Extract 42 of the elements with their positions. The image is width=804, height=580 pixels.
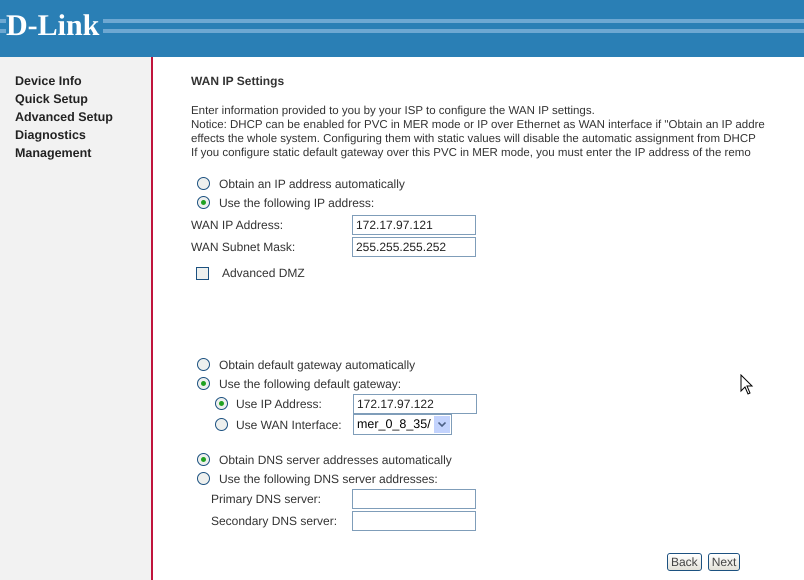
input-field[interactable]: 172.17.97.121 <box>352 215 476 235</box>
mouse-pointer-icon <box>740 374 754 396</box>
notice-text: effects the whole system. Configuring them with static values will disable the automatic assignment from DHCP <box>191 132 756 146</box>
form-button[interactable]: Back <box>667 553 702 571</box>
radio-button[interactable] <box>197 196 210 209</box>
option-label: Use IP Address: <box>236 396 322 412</box>
sidebar-link[interactable]: Diagnostics <box>15 126 86 144</box>
sidebar-link[interactable]: Advanced Setup <box>15 108 113 126</box>
input-field[interactable] <box>352 511 476 531</box>
sidebar-link[interactable]: Management <box>15 144 92 162</box>
radio-button[interactable] <box>197 472 210 485</box>
chevron-down-icon <box>434 416 450 433</box>
radio-button[interactable] <box>215 397 228 410</box>
radio-button[interactable] <box>197 453 210 466</box>
notice-text: Notice: DHCP can be enabled for PVC in MER mode or IP over Ethernet as WAN interface if "Obtain an IP addre <box>191 118 765 132</box>
option-label: Use the following DNS server addresses: <box>219 470 438 488</box>
radio-button[interactable] <box>215 418 228 431</box>
option-label: Use WAN Interface: <box>236 416 342 434</box>
radio-button[interactable] <box>197 177 210 190</box>
sidebar-link[interactable]: Device Info <box>15 72 82 90</box>
field-label: WAN Subnet Mask: <box>191 239 296 256</box>
notice-text: Enter information provided to you by your ISP to configure the WAN IP settings. <box>191 104 595 118</box>
option-label: Use the following IP address: <box>219 194 374 212</box>
option-label: Obtain default gateway automatically <box>219 356 416 374</box>
field-label: Secondary DNS server: <box>211 513 338 530</box>
input-field[interactable] <box>352 489 476 509</box>
checkbox-label: Advanced DMZ <box>222 265 305 282</box>
field-label: Primary DNS server: <box>211 491 322 508</box>
page-title: WAN IP Settings <box>191 73 284 90</box>
radio-button[interactable] <box>197 377 210 390</box>
field-label: WAN IP Address: <box>191 217 284 234</box>
option-label: Obtain an IP address automatically <box>219 176 405 192</box>
checkbox[interactable] <box>196 266 209 280</box>
interface-dropdown[interactable]: mer_0_8_35/ <box>353 414 452 435</box>
option-label: Obtain DNS server addresses automatically <box>219 452 452 468</box>
input-field[interactable]: 255.255.255.252 <box>352 237 476 257</box>
notice-text: If you configure static default gateway over this PVC in MER mode, you must enter the IP address of the remo <box>191 146 751 160</box>
option-label: Use the following default gateway: <box>219 376 402 392</box>
sidebar-link[interactable]: Quick Setup <box>15 90 88 108</box>
radio-button[interactable] <box>197 358 210 371</box>
input-field[interactable]: 172.17.97.122 <box>353 394 477 414</box>
form-button[interactable]: Next <box>708 553 740 571</box>
